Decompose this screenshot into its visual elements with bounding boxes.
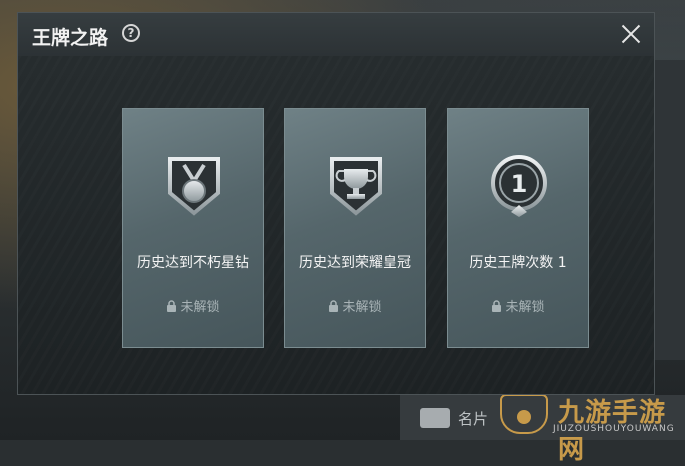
lock-icon bbox=[167, 300, 177, 312]
card-status: 未解锁 bbox=[285, 296, 425, 315]
card-status: 未解锁 bbox=[448, 296, 588, 315]
number-one-badge-icon: 1 bbox=[491, 155, 547, 217]
watermark-emblem-icon bbox=[500, 394, 548, 434]
name-card-icon bbox=[420, 408, 450, 428]
achievement-card-ace-count[interactable]: 1 历史王牌次数 1 未解锁 bbox=[447, 108, 589, 348]
ace-road-dialog: 王牌之路 ? 历史达到不朽星钻 未解锁 历史达到荣耀皇冠 未解锁 1 历史王牌次… bbox=[17, 12, 655, 395]
dialog-header: 王牌之路 ? bbox=[18, 13, 654, 57]
lock-icon bbox=[329, 300, 339, 312]
lock-icon bbox=[492, 300, 502, 312]
name-card-label: 名片 bbox=[458, 410, 489, 428]
achievement-card-diamond[interactable]: 历史达到不朽星钻 未解锁 bbox=[122, 108, 264, 348]
dialog-title: 王牌之路 bbox=[32, 27, 109, 49]
card-status-label: 未解锁 bbox=[505, 300, 545, 315]
card-title: 历史达到荣耀皇冠 bbox=[299, 255, 411, 271]
help-icon[interactable]: ? bbox=[122, 24, 140, 42]
close-button[interactable] bbox=[616, 19, 646, 49]
card-status-label: 未解锁 bbox=[342, 300, 382, 315]
achievement-card-crown[interactable]: 历史达到荣耀皇冠 未解锁 bbox=[284, 108, 426, 348]
trophy-icon bbox=[330, 157, 382, 216]
badge-number: 1 bbox=[511, 170, 528, 198]
card-status-label: 未解锁 bbox=[180, 300, 220, 315]
card-status: 未解锁 bbox=[123, 296, 263, 315]
card-title: 历史达到不朽星钻 bbox=[137, 255, 249, 271]
watermark-logo: 九游手游网 JIUZOUSHOUYOUWANG bbox=[498, 390, 683, 465]
medal-icon bbox=[168, 157, 220, 216]
watermark-subtext: JIUZOUSHOUYOUWANG bbox=[553, 424, 675, 434]
card-title: 历史王牌次数 1 bbox=[469, 255, 567, 271]
